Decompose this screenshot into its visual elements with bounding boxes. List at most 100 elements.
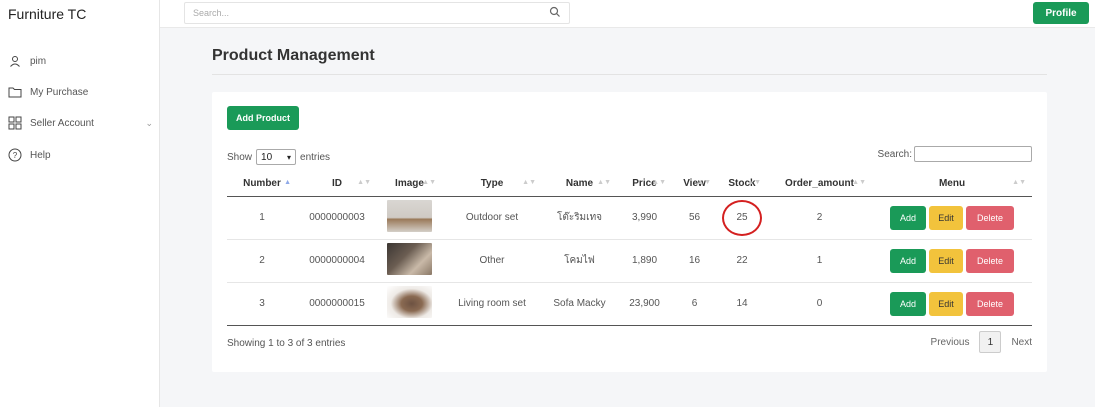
- table-header-row: Number ▲ ID ▲▼ Image ▲▼ Type ▲▼ Name ▲▼ Price…: [227, 172, 1032, 197]
- cell-id: 0000000004: [297, 239, 377, 283]
- row-add-button[interactable]: Add: [890, 248, 926, 273]
- entries-select[interactable]: 10 ▾: [256, 149, 297, 165]
- cell-image: [377, 196, 442, 240]
- table-search-input[interactable]: [914, 146, 1032, 162]
- add-product-button[interactable]: Add Product: [227, 106, 299, 130]
- sort-asc-icon: ▲: [284, 179, 291, 186]
- sidebar-item-help[interactable]: ? Help: [8, 148, 153, 162]
- sidebar-item-user[interactable]: pim: [8, 54, 153, 68]
- cell-id: 0000000015: [297, 282, 377, 326]
- folder-icon: [8, 85, 22, 99]
- divider: [212, 74, 1047, 75]
- svg-text:?: ?: [13, 151, 18, 160]
- chevron-down-icon[interactable]: ⌄: [145, 118, 153, 129]
- table-row: 3 0000000015 Living room set Sofa Macky …: [227, 282, 1032, 326]
- product-image: [387, 286, 432, 318]
- sort-icon: ▲▼: [597, 179, 611, 186]
- col-order-amount[interactable]: Order_amount ▲▼: [767, 172, 872, 197]
- cell-stock: 25: [717, 196, 767, 240]
- brand-title: Furniture TC: [8, 6, 87, 22]
- sidebar-item-seller-account[interactable]: Seller Account ⌄: [8, 116, 153, 130]
- table-row: 1 0000000003 Outdoor set โต๊ะริมเทจ 3,99…: [227, 196, 1032, 240]
- cell-name: Sofa Macky: [542, 282, 617, 326]
- table-search: Search:: [878, 146, 1032, 162]
- profile-button[interactable]: Profile: [1033, 2, 1089, 24]
- cell-price: 3,990: [617, 196, 672, 240]
- entries-value: 10: [261, 151, 273, 163]
- row-edit-button[interactable]: Edit: [929, 248, 963, 273]
- col-image[interactable]: Image ▲▼: [377, 172, 442, 197]
- cell-price: 1,890: [617, 239, 672, 283]
- cell-order-amount: 1: [767, 239, 872, 283]
- col-number[interactable]: Number ▲: [227, 172, 297, 197]
- cell-stock: 14: [717, 282, 767, 326]
- col-view[interactable]: View ▲▼: [672, 172, 717, 197]
- sort-icon: ▲▼: [747, 179, 761, 186]
- product-card: Add Product Show 10 ▾ entries Search: Nu…: [212, 92, 1047, 372]
- cell-number: 3: [227, 282, 297, 326]
- cell-type: Outdoor set: [442, 196, 542, 240]
- entries-label: entries: [300, 151, 331, 163]
- cell-type: Living room set: [442, 282, 542, 326]
- table-search-label: Search:: [877, 148, 912, 160]
- search-input[interactable]: Search...: [184, 2, 570, 24]
- show-entries: Show 10 ▾ entries: [227, 149, 330, 165]
- sort-icon: ▲▼: [652, 179, 666, 186]
- top-bar: Search... Profile: [160, 0, 1095, 28]
- next-button[interactable]: Next: [1011, 337, 1032, 348]
- cell-view: 6: [672, 282, 717, 326]
- cell-id: 0000000003: [297, 196, 377, 240]
- row-edit-button[interactable]: Edit: [929, 205, 963, 230]
- cell-name: โต๊ะริมเทจ: [542, 196, 617, 240]
- col-id[interactable]: ID ▲▼: [297, 172, 377, 197]
- col-price[interactable]: Price ▲▼: [617, 172, 672, 197]
- row-add-button[interactable]: Add: [890, 205, 926, 230]
- cell-number: 2: [227, 239, 297, 283]
- row-delete-button[interactable]: Delete: [966, 291, 1014, 316]
- sort-icon: ▲▼: [1012, 179, 1026, 186]
- cell-stock: 22: [717, 239, 767, 283]
- sidebar-item-label: pim: [30, 55, 47, 67]
- cell-view: 16: [672, 239, 717, 283]
- highlight-circle: [722, 199, 762, 236]
- col-stock[interactable]: Stock ▲▼: [717, 172, 767, 197]
- user-icon: [8, 54, 22, 68]
- cell-order-amount: 2: [767, 196, 872, 240]
- sidebar: Furniture TC pim My Purchase Seller Acco…: [0, 0, 160, 407]
- table-row: 2 0000000004 Other โคมไฟ 1,890 16 22 1 A…: [227, 239, 1032, 283]
- sidebar-item-label: My Purchase: [30, 86, 89, 98]
- page-button[interactable]: 1: [979, 331, 1002, 353]
- show-label: Show: [227, 151, 253, 163]
- cell-order-amount: 0: [767, 282, 872, 326]
- sort-icon: ▲▼: [852, 179, 866, 186]
- grid-icon: [8, 116, 22, 130]
- cell-number: 1: [227, 196, 297, 240]
- sort-icon: ▲▼: [422, 179, 436, 186]
- sort-icon: ▲▼: [522, 179, 536, 186]
- search-icon[interactable]: [549, 6, 561, 20]
- sidebar-item-label: Help: [30, 149, 51, 161]
- cell-menu: Add Edit Delete: [872, 282, 1032, 326]
- cell-image: [377, 239, 442, 283]
- sidebar-item-label: Seller Account: [30, 117, 94, 129]
- product-table: Number ▲ ID ▲▼ Image ▲▼ Type ▲▼ Name ▲▼ Price…: [227, 172, 1032, 326]
- cell-name: โคมไฟ: [542, 239, 617, 283]
- help-icon: ?: [8, 148, 22, 162]
- previous-button[interactable]: Previous: [931, 337, 970, 348]
- row-edit-button[interactable]: Edit: [929, 291, 963, 316]
- col-menu[interactable]: Menu ▲▼: [872, 172, 1032, 197]
- row-delete-button[interactable]: Delete: [966, 205, 1014, 230]
- col-type[interactable]: Type ▲▼: [442, 172, 542, 197]
- pagination: Previous 1 Next: [931, 331, 1032, 353]
- search-placeholder: Search...: [193, 8, 230, 18]
- row-delete-button[interactable]: Delete: [966, 248, 1014, 273]
- sort-icon: ▲▼: [697, 179, 711, 186]
- sidebar-item-my-purchase[interactable]: My Purchase: [8, 85, 153, 99]
- cell-type: Other: [442, 239, 542, 283]
- page-title: Product Management: [212, 47, 375, 64]
- col-name[interactable]: Name ▲▼: [542, 172, 617, 197]
- table-info: Showing 1 to 3 of 3 entries: [227, 338, 346, 349]
- cell-view: 56: [672, 196, 717, 240]
- chevron-down-icon: ▾: [287, 152, 292, 162]
- row-add-button[interactable]: Add: [890, 291, 926, 316]
